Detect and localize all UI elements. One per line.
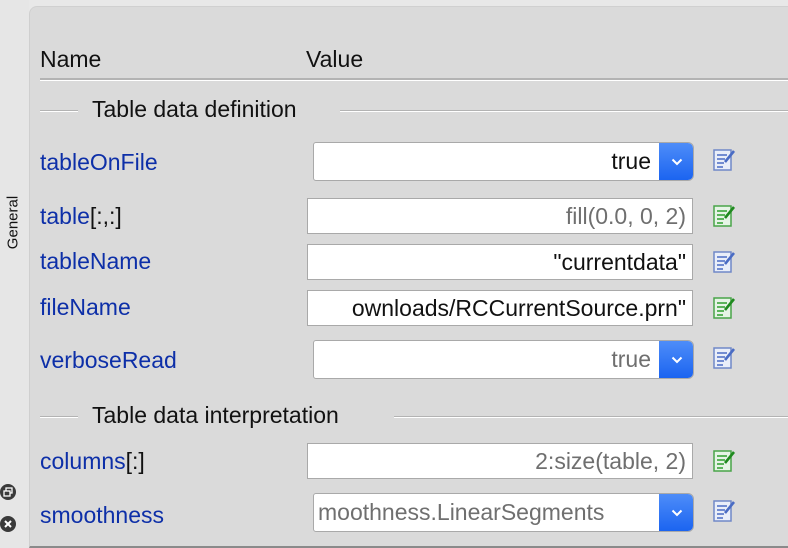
header-divider: [40, 78, 788, 81]
section-table-data-definition: Table data definition: [40, 96, 788, 126]
edit-icon[interactable]: [712, 204, 736, 228]
edit-icon[interactable]: [712, 499, 736, 523]
edit-icon[interactable]: [712, 449, 736, 473]
section-divider-left: [40, 416, 78, 418]
edit-icon[interactable]: [712, 148, 736, 172]
param-name: table[:,:]: [40, 203, 122, 229]
param-name: tableOnFile: [40, 149, 158, 175]
table-header: Name Value: [40, 46, 788, 74]
param-row-columns: columns[:] 2:size(table, 2): [0, 443, 788, 483]
fileName-input[interactable]: ownloads/RCCurrentSource.prn": [307, 290, 693, 326]
section-divider-left: [40, 110, 78, 112]
select-value: moothness.LinearSegments: [318, 499, 605, 525]
section-divider-right: [394, 416, 788, 418]
section-table-data-interpretation: Table data interpretation: [40, 402, 788, 432]
columns-input[interactable]: 2:size(table, 2): [307, 443, 693, 479]
tableOnFile-select[interactable]: true: [313, 142, 694, 181]
param-name: tableName: [40, 248, 152, 274]
chevron-down-icon[interactable]: [659, 143, 693, 180]
section-title: Table data definition: [92, 96, 297, 122]
tableName-input[interactable]: "currentdata": [307, 244, 693, 280]
smoothness-select[interactable]: moothness.LinearSegments: [313, 493, 694, 532]
param-row-smoothness: smoothness moothness.LinearSegments: [0, 493, 788, 533]
table-input[interactable]: fill(0.0, 0, 2): [307, 198, 693, 234]
param-name: fileName: [40, 294, 131, 320]
name-column-header: Name: [40, 46, 102, 72]
param-name: columns[:]: [40, 448, 145, 474]
section-title: Table data interpretation: [92, 402, 339, 428]
param-row-fileName: fileName ownloads/RCCurrentSource.prn": [0, 290, 788, 330]
param-row-verboseRead: verboseRead true: [0, 340, 788, 380]
select-value: true: [611, 346, 651, 372]
param-row-tableName: tableName "currentdata": [0, 244, 788, 284]
param-row-table: table[:,:] fill(0.0, 0, 2): [0, 198, 788, 238]
chevron-down-icon[interactable]: [659, 494, 693, 531]
section-divider-right: [340, 110, 788, 112]
chevron-down-icon[interactable]: [659, 341, 693, 378]
value-column-header: Value: [306, 46, 364, 72]
edit-icon[interactable]: [712, 250, 736, 274]
verboseRead-select[interactable]: true: [313, 340, 694, 379]
edit-icon[interactable]: [712, 296, 736, 320]
param-name: verboseRead: [40, 347, 177, 373]
param-name: smoothness: [40, 502, 165, 528]
param-row-tableOnFile: tableOnFile true: [0, 142, 788, 182]
select-value: true: [611, 148, 651, 174]
edit-icon[interactable]: [712, 346, 736, 370]
